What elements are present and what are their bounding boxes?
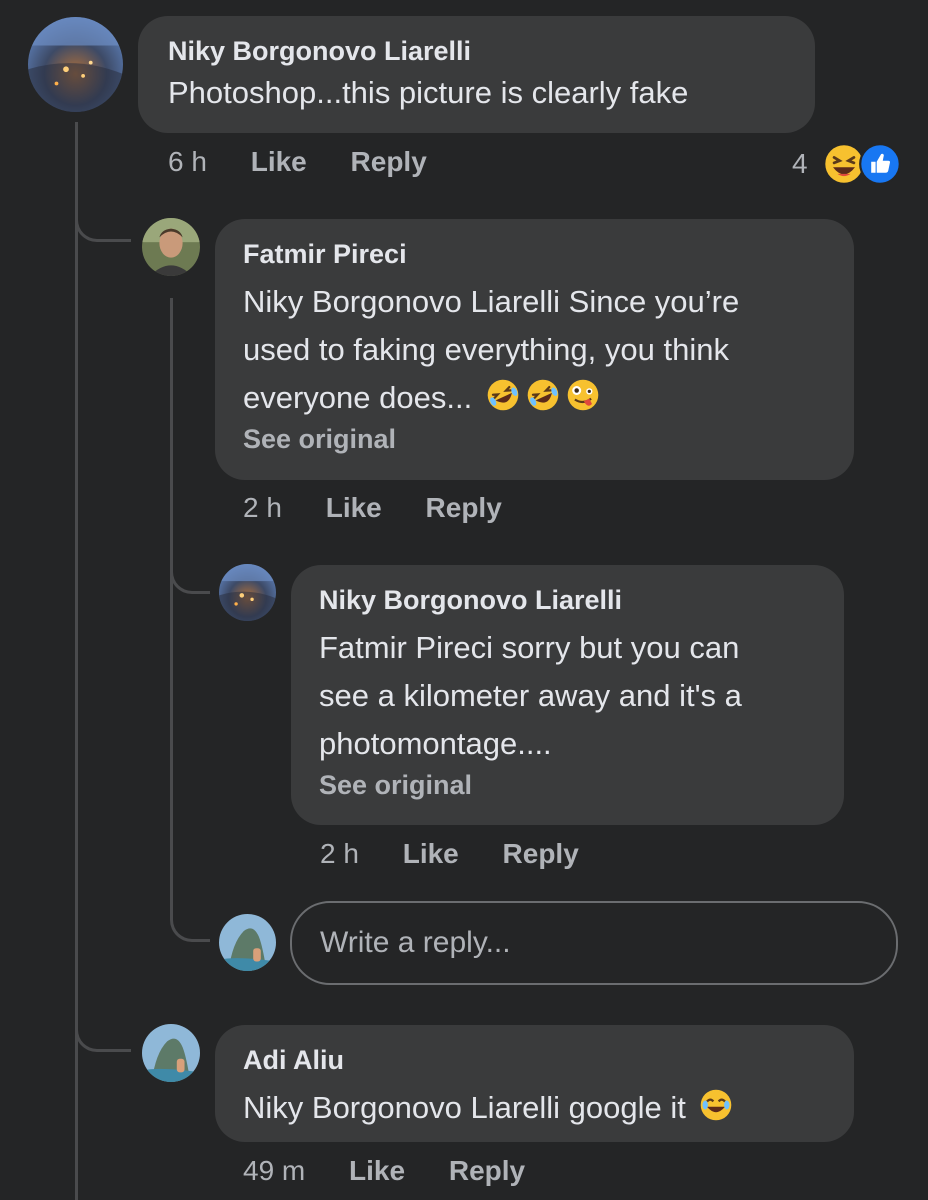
- reply-bubble: Adi Aliu Niky Borgonovo Liarelli google …: [215, 1025, 854, 1142]
- thread-connector-replybox: [170, 590, 210, 942]
- comment-text: Photoshop...this picture is clearly fake: [168, 75, 689, 110]
- reply-bubble: Fatmir Pireci Niky Borgonovo Liarelli Si…: [215, 219, 854, 480]
- reply-bubble: Niky Borgonovo Liarelli Fatmir Pireci so…: [291, 565, 844, 825]
- comment-time[interactable]: 6 h: [168, 146, 207, 177]
- avatar-niky[interactable]: [219, 564, 276, 621]
- reaction-count: 4: [792, 148, 808, 179]
- reply-author[interactable]: Fatmir Pireci: [243, 239, 826, 270]
- avatar-niky[interactable]: [28, 17, 123, 112]
- comment-author[interactable]: Niky Borgonovo Liarelli: [168, 36, 785, 67]
- reply-button[interactable]: Reply: [426, 492, 502, 523]
- see-original-link[interactable]: See original: [319, 770, 816, 801]
- thread-connector-comment2: [75, 1000, 131, 1052]
- current-user-avatar[interactable]: [219, 914, 276, 971]
- write-reply-input[interactable]: [292, 903, 896, 983]
- reply-time[interactable]: 2 h: [243, 492, 282, 523]
- like-button[interactable]: Like: [326, 492, 382, 523]
- see-original-link[interactable]: See original: [243, 424, 826, 455]
- like-button[interactable]: Like: [251, 146, 307, 177]
- reply-text: Fatmir Pireci sorry but you can see a ki…: [319, 624, 816, 768]
- reply-actions: 49 m Like Reply: [243, 1155, 525, 1187]
- reply-text-line: Niky Borgonovo Liarelli google it: [243, 1090, 686, 1125]
- reply-time[interactable]: 2 h: [320, 838, 359, 869]
- city-night-photo: [28, 17, 123, 112]
- city-night-photo: [219, 564, 276, 621]
- reply-actions: 2 h Like Reply: [243, 492, 502, 524]
- write-reply-field[interactable]: [290, 901, 898, 985]
- rofl-emoji-icon: [525, 377, 561, 413]
- reply-text-line: Niky Borgonovo Liarelli Since you’re: [243, 284, 740, 319]
- zany-face-emoji-icon: [565, 377, 601, 413]
- reply-text-line: Fatmir Pireci sorry but you can: [319, 630, 740, 665]
- reply-button[interactable]: Reply: [503, 838, 579, 869]
- landscape-photo: [142, 1024, 200, 1082]
- reply-text-line: used to faking everything, you think: [243, 332, 729, 367]
- reply-text-line: see a kilometer away and it's a: [319, 678, 742, 713]
- reply-text: Niky Borgonovo Liarelli google it: [243, 1084, 826, 1132]
- reply-text: Niky Borgonovo Liarelli Since you’re use…: [243, 278, 826, 422]
- comment-actions: 6 h Like Reply: [168, 146, 427, 178]
- reply-button[interactable]: Reply: [351, 146, 427, 177]
- reply-text-line: everyone does...: [243, 380, 473, 415]
- reply-author[interactable]: Adi Aliu: [243, 1045, 826, 1076]
- reply-actions: 2 h Like Reply: [320, 838, 579, 870]
- reply-text-line: photomontage....: [319, 726, 552, 761]
- thread-connector-reply2: [170, 548, 210, 594]
- like-button[interactable]: Like: [403, 838, 459, 869]
- like-reaction-icon: [858, 142, 902, 186]
- thread-connector-reply1: [75, 190, 131, 242]
- portrait-photo: [142, 218, 200, 276]
- reply-button[interactable]: Reply: [449, 1155, 525, 1186]
- like-button[interactable]: Like: [349, 1155, 405, 1186]
- landscape-photo: [219, 914, 276, 971]
- avatar-fatmir[interactable]: [142, 218, 200, 276]
- comment-bubble: Niky Borgonovo Liarelli Photoshop...this…: [138, 16, 815, 133]
- reaction-summary[interactable]: 4: [792, 142, 902, 186]
- reply-author[interactable]: Niky Borgonovo Liarelli: [319, 585, 816, 616]
- avatar-adi[interactable]: [142, 1024, 200, 1082]
- tears-of-joy-emoji-icon: [698, 1087, 734, 1123]
- rofl-emoji-icon: [485, 377, 521, 413]
- reply-time[interactable]: 49 m: [243, 1155, 305, 1186]
